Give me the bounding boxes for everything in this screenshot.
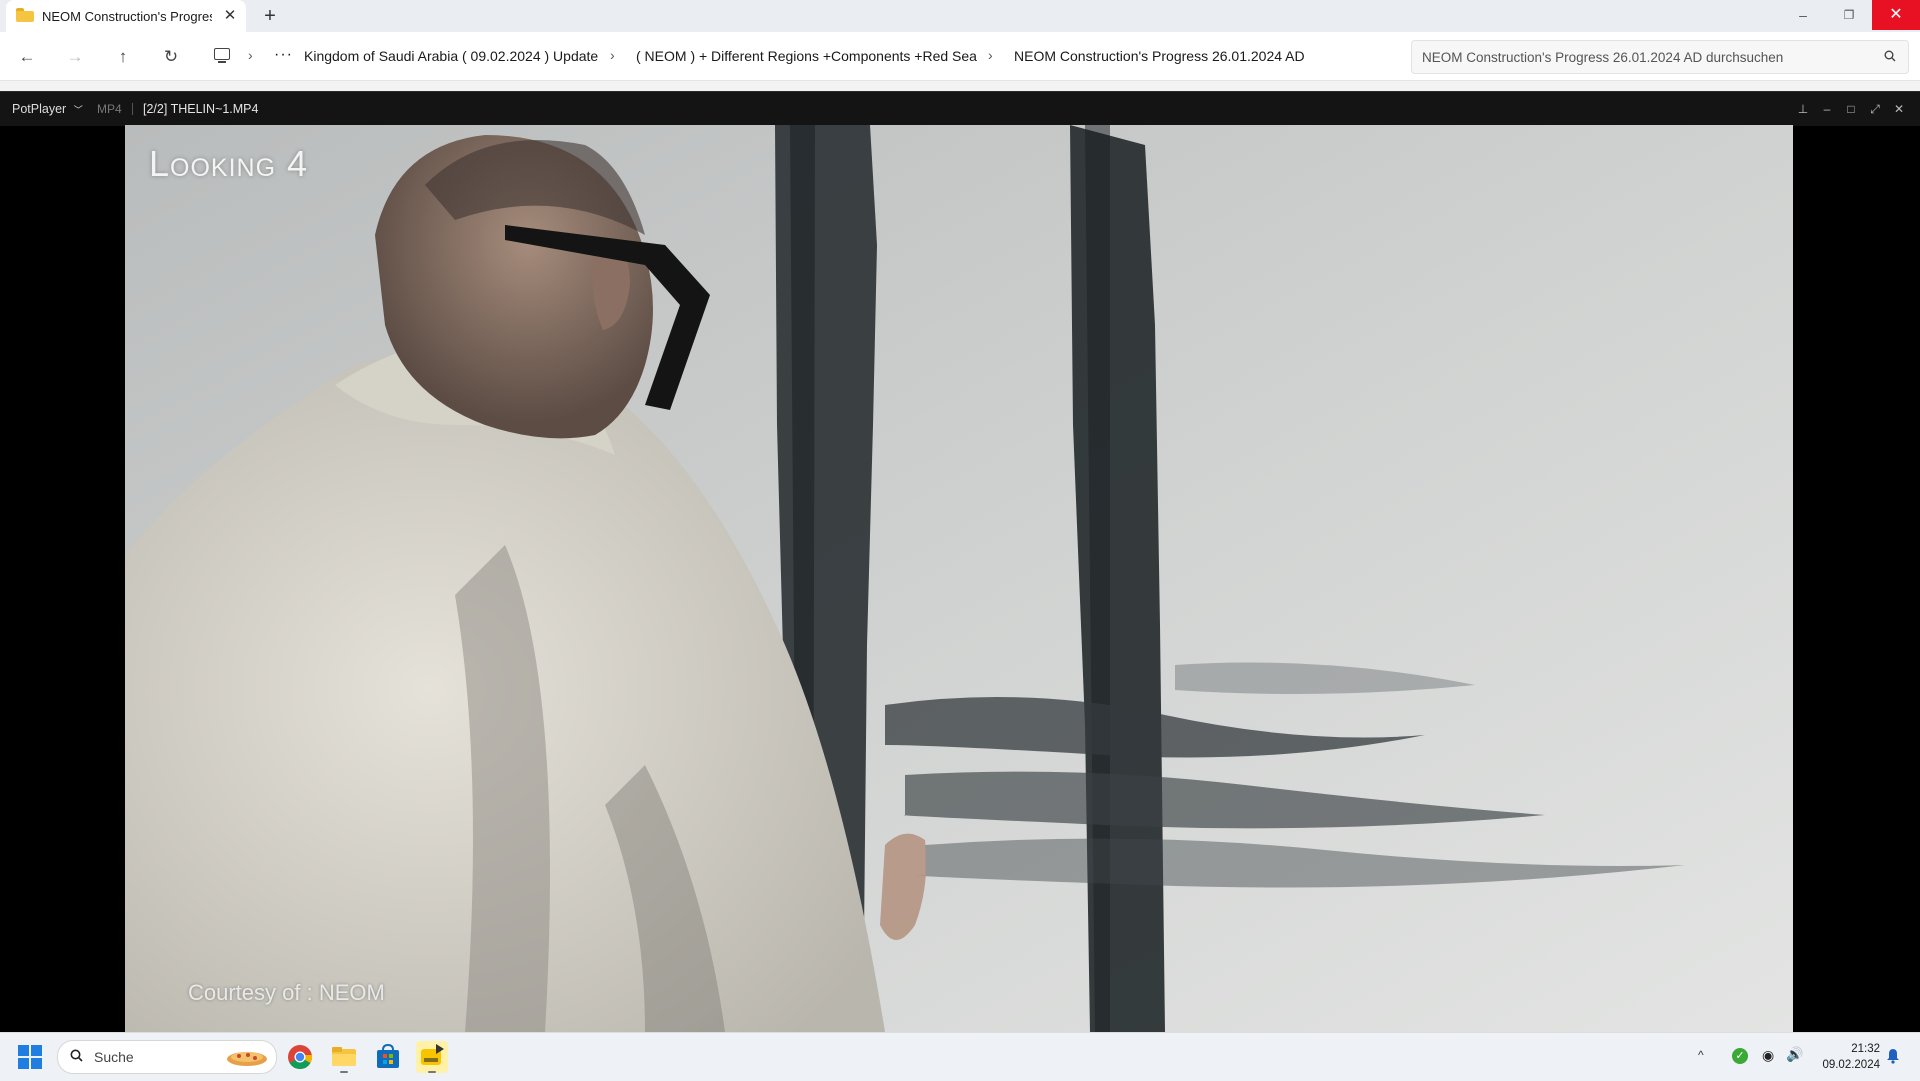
breadcrumb-item-neom-progress[interactable]: NEOM Construction's Progress 26.01.2024 …: [1014, 48, 1305, 64]
chevron-down-icon: ﹀: [73, 105, 83, 115]
breadcrumb-more-button[interactable]: ···: [274, 46, 293, 64]
taskbar: Suche ^ ✓ ◉ 🔊 21:32 09.02.2024: [0, 1032, 1920, 1081]
video-overlay-credit: Courtesy of : NEOM: [188, 980, 385, 1005]
player-minimize-button[interactable]: –: [1817, 100, 1837, 118]
breadcrumb-item-neom-regions[interactable]: ( NEOM ) + Different Regions +Components…: [636, 48, 977, 64]
breadcrumb-item-saudi-arabia[interactable]: Kingdom of Saudi Arabia ( 09.02.2024 ) U…: [304, 48, 598, 64]
folder-icon: [16, 8, 34, 22]
chrome-icon[interactable]: [284, 1041, 316, 1073]
potplayer-icon[interactable]: [416, 1041, 448, 1073]
chevron-up-icon[interactable]: ^: [1698, 1048, 1704, 1062]
video-overlay-title: Looking 4: [149, 143, 309, 184]
navigation-bar: ← → ↑ ↻ › ··· Kingdom of Saudi Arabia ( …: [0, 32, 1920, 81]
title-divider: [132, 103, 133, 115]
volume-icon[interactable]: 🔊: [1786, 1046, 1803, 1063]
close-window-button[interactable]: ✕: [1872, 0, 1920, 30]
tab-title: NEOM Construction's Progress 26.01.2024 …: [42, 9, 212, 24]
security-check-icon[interactable]: ✓: [1732, 1048, 1748, 1064]
tab-close-button[interactable]: ✕: [220, 6, 240, 26]
refresh-button[interactable]: ↻: [158, 44, 184, 70]
player-title-bar: PotPlayer ﹀ MP4 [2/2] THELIN~1.MP4 ⊥ – □…: [0, 91, 1920, 126]
microsoft-store-icon[interactable]: [372, 1041, 404, 1073]
restore-button[interactable]: ❐: [1826, 0, 1872, 30]
explorer-tab[interactable]: NEOM Construction's Progress 26.01.2024 …: [6, 0, 246, 32]
explorer-tab-bar: NEOM Construction's Progress 26.01.2024 …: [0, 0, 1920, 32]
player-fullscreen-button[interactable]: ⤢: [1865, 100, 1885, 118]
search-icon[interactable]: [1884, 50, 1896, 62]
wifi-icon[interactable]: ◉: [1762, 1047, 1774, 1064]
notification-bell-icon[interactable]: [1886, 1048, 1900, 1064]
breadcrumb-separator[interactable]: ›: [248, 47, 253, 63]
player-close-button[interactable]: ✕: [1889, 100, 1909, 118]
video-frame[interactable]: Looking 4 Courtesy of : NEOM: [125, 125, 1793, 1032]
clock-date: 09.02.2024: [1822, 1059, 1880, 1071]
search-input[interactable]: [1420, 41, 1864, 73]
playing-file-name: [2/2] THELIN~1.MP4: [143, 102, 259, 116]
breadcrumb[interactable]: › ··· Kingdom of Saudi Arabia ( 09.02.20…: [200, 40, 1400, 72]
search-highlight-icon: [227, 1052, 267, 1066]
breadcrumb-separator[interactable]: ›: [610, 47, 615, 63]
search-box[interactable]: [1411, 40, 1909, 74]
clock[interactable]: 21:32 09.02.2024: [1810, 1041, 1880, 1073]
file-format-label: MP4: [97, 102, 122, 116]
start-icon[interactable]: [18, 1045, 42, 1069]
potplayer-window: PotPlayer ﹀ MP4 [2/2] THELIN~1.MP4 ⊥ – □…: [0, 91, 1920, 1032]
search-icon: [70, 1049, 83, 1062]
up-button[interactable]: ↑: [110, 44, 136, 70]
video-scene: [125, 125, 1793, 1032]
clock-time: 21:32: [1851, 1043, 1880, 1055]
taskbar-search-label: Suche: [94, 1049, 134, 1065]
potplayer-menu-label: PotPlayer: [12, 102, 67, 116]
new-tab-button[interactable]: +: [258, 4, 282, 28]
back-button[interactable]: ←: [14, 44, 40, 70]
player-maximize-button[interactable]: □: [1841, 100, 1861, 118]
minimize-button[interactable]: –: [1780, 0, 1826, 30]
breadcrumb-separator[interactable]: ›: [988, 47, 993, 63]
taskbar-search[interactable]: Suche: [57, 1040, 277, 1074]
pin-icon[interactable]: ⊥: [1793, 100, 1813, 118]
forward-button[interactable]: →: [62, 44, 88, 70]
file-explorer-icon[interactable]: [328, 1041, 360, 1073]
this-pc-icon[interactable]: [214, 48, 230, 63]
potplayer-menu-button[interactable]: PotPlayer ﹀: [6, 100, 89, 118]
